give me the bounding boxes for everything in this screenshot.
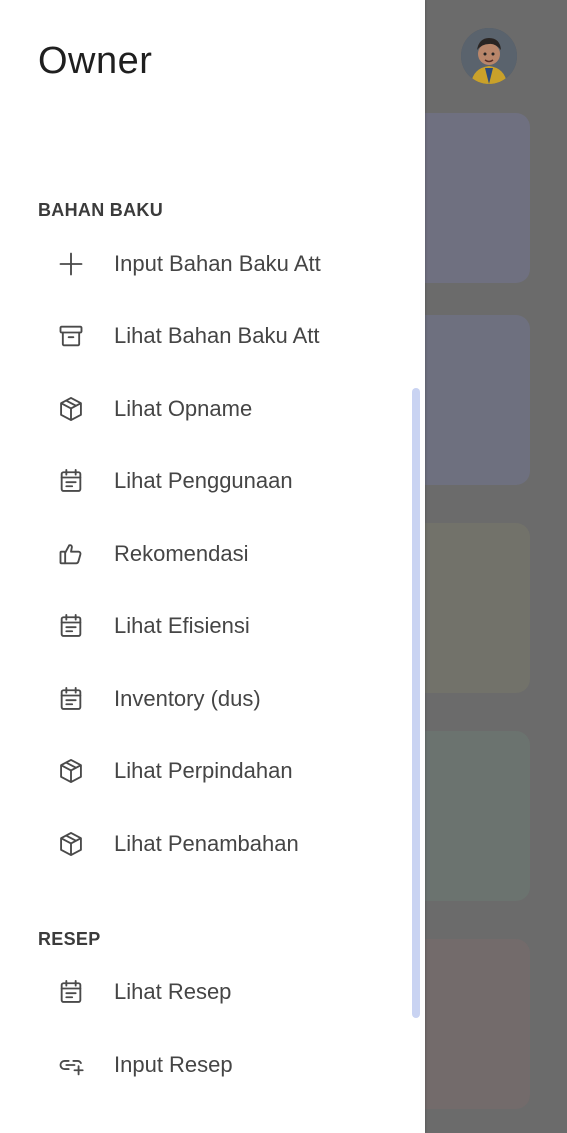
nav-item-inventory-dus[interactable]: Inventory (dus)	[0, 671, 405, 727]
nav-item-label: Lihat Efisiensi	[114, 613, 250, 638]
calendar-list-icon	[56, 611, 86, 641]
drawer-scrollbar[interactable]	[412, 388, 420, 1018]
nav-item-rekomendasi[interactable]: Rekomendasi	[0, 526, 405, 582]
calendar-list-icon	[56, 684, 86, 714]
nav-item-lihat-efisiensi[interactable]: Lihat Efisiensi	[0, 598, 405, 654]
section-label-bahan-baku: BAHAN BAKU	[38, 200, 163, 220]
nav-item-lihat-bahan-baku-att[interactable]: Lihat Bahan Baku Att	[0, 308, 405, 364]
cube-icon	[56, 394, 86, 424]
nav-item-label: Lihat Bahan Baku Att	[114, 323, 320, 348]
nav-item-input-resep[interactable]: Input Resep	[0, 1037, 405, 1093]
calendar-list-icon	[56, 466, 86, 496]
nav-item-label: Lihat Penggunaan	[114, 468, 293, 493]
nav-item-input-bahan-baku-att[interactable]: Input Bahan Baku Att	[0, 236, 405, 292]
nav-item-label: Input Resep	[114, 1052, 233, 1077]
nav-item-lihat-opname[interactable]: Lihat Opname	[0, 381, 405, 437]
nav-item-label: Lihat Opname	[114, 396, 253, 421]
archive-icon	[56, 321, 86, 351]
thumbs-up-icon	[56, 539, 86, 569]
avatar[interactable]	[461, 28, 517, 84]
cube-icon	[56, 829, 86, 859]
navigation-drawer: Owner BAHAN BAKU Input Bahan Baku Att Li…	[0, 0, 425, 1133]
nav-item-lihat-penambahan[interactable]: Lihat Penambahan	[0, 816, 405, 872]
drawer-title: Owner	[38, 40, 153, 82]
nav-item-label: Lihat Resep	[114, 979, 232, 1004]
nav-item-label: Rekomendasi	[114, 541, 249, 566]
cube-icon	[56, 756, 86, 786]
nav-item-label: Inventory (dus)	[114, 686, 261, 711]
section-label-resep: RESEP	[38, 929, 101, 949]
plus-icon	[56, 249, 86, 279]
nav-item-lihat-perpindahan[interactable]: Lihat Perpindahan	[0, 743, 405, 799]
nav-item-label: Lihat Perpindahan	[114, 758, 293, 783]
calendar-list-icon	[56, 977, 86, 1007]
nav-item-label: Lihat Penambahan	[114, 831, 299, 856]
nav-item-label: Input Bahan Baku Att	[114, 251, 321, 276]
link-plus-icon	[56, 1050, 86, 1080]
nav-item-lihat-resep[interactable]: Lihat Resep	[0, 964, 405, 1020]
nav-item-lihat-penggunaan[interactable]: Lihat Penggunaan	[0, 453, 405, 509]
